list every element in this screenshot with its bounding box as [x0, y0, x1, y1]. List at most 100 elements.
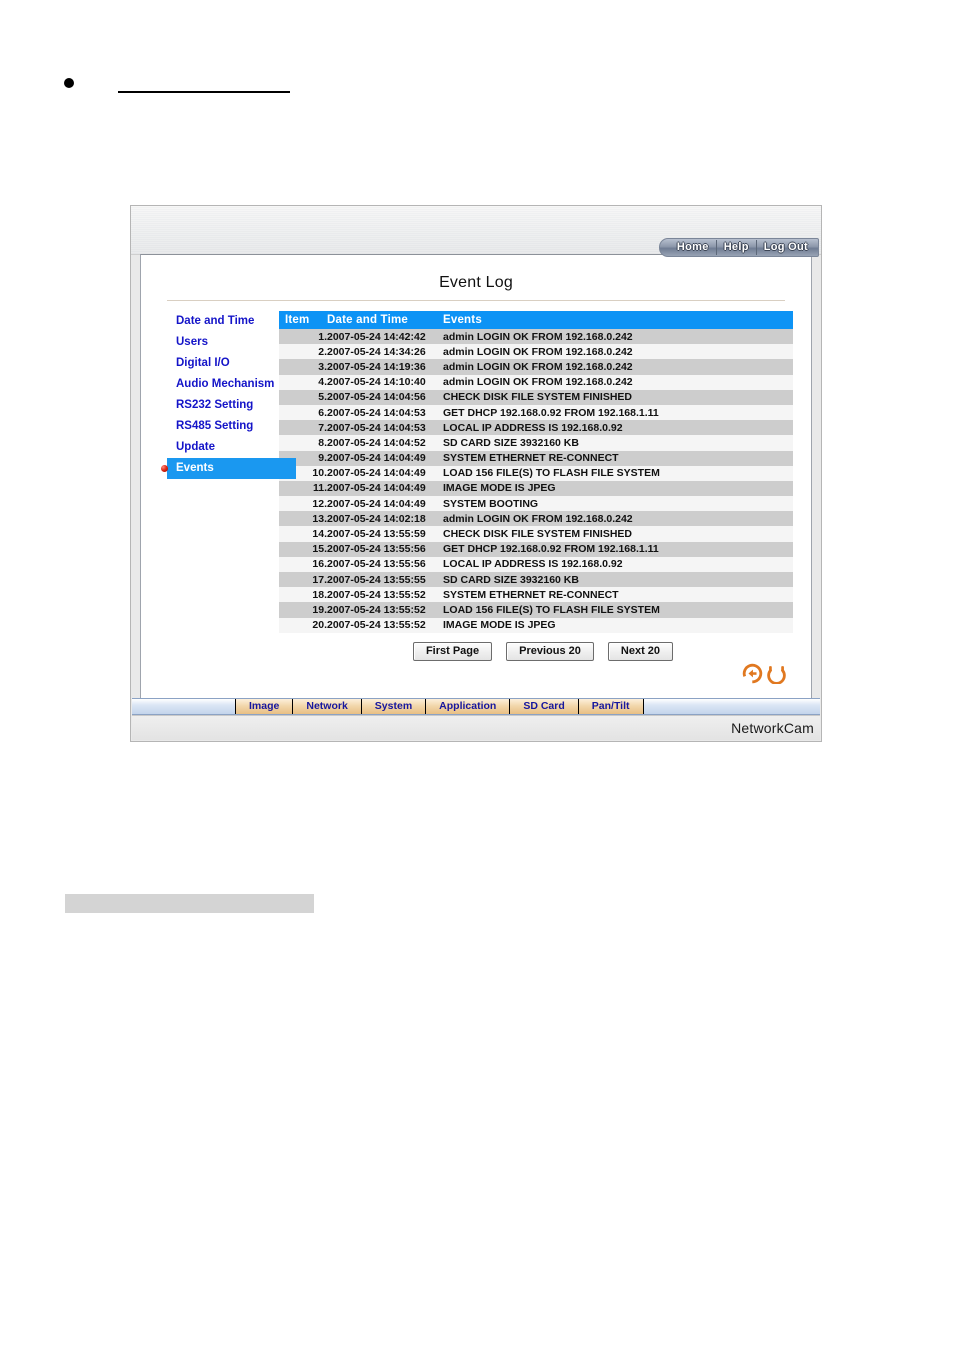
cell-datetime: 2007-05-24 13:55:52 [327, 619, 426, 632]
page-body: Date and Time Users Digital I/O Audio Me… [141, 301, 811, 661]
table-row: 2. 2007-05-24 14:34:26 admin LOGIN OK FROM… [279, 344, 793, 360]
table-row: 16. 2007-05-24 13:55:56 LOCAL IP ADDRESS I… [279, 556, 793, 572]
cell-datetime: 2007-05-24 13:55:52 [327, 603, 426, 616]
table-row: 8. 2007-05-24 14:04:52 SD CARD SIZE 393216… [279, 435, 793, 451]
table-row: 11. 2007-05-24 14:04:49 IMAGE MODE IS JPEG [279, 480, 793, 497]
tab-pan-tilt[interactable]: Pan/Tilt [577, 699, 644, 714]
document-bullet-icon [64, 78, 74, 88]
cell-datetime: 2007-05-24 14:04:49 [327, 497, 426, 510]
cell-event: IMAGE MODE IS JPEG [443, 619, 556, 632]
event-log-table: Item Date and Time Events 1. 2007-05-24 1… [279, 311, 793, 633]
redacted-gray-block [65, 894, 314, 913]
table-row: 3. 2007-05-24 14:19:36 admin LOGIN OK FROM… [279, 359, 793, 375]
sidebar-menu: Date and Time Users Digital I/O Audio Me… [141, 311, 296, 661]
cell-datetime: 2007-05-24 14:04:53 [327, 421, 426, 434]
cell-item: 15. [312, 543, 327, 556]
cell-event: CHECK DISK FILE SYSTEM FINISHED [443, 528, 633, 541]
active-marker-icon [161, 465, 168, 472]
sidebar-item-events[interactable]: Events [161, 458, 296, 479]
table-row: 1. 2007-05-24 14:42:42 admin LOGIN OK FROM… [279, 329, 793, 345]
tab-network[interactable]: Network [292, 699, 362, 714]
cell-item: 5. [318, 391, 327, 404]
sidebar-item-audio-mechanism[interactable]: Audio Mechanism [167, 374, 279, 395]
cell-event: admin LOGIN OK FROM 192.168.0.242 [443, 330, 633, 343]
table-row: 17. 2007-05-24 13:55:55 SD CARD SIZE 39321… [279, 572, 793, 588]
cell-item: 8. [318, 436, 327, 449]
cell-event: SYSTEM BOOTING [443, 497, 539, 510]
table-row: 10. 2007-05-24 14:04:49 LOAD 156 FILE(S) T… [279, 465, 793, 481]
sidebar-item-label: Audio Mechanism [176, 378, 275, 390]
tab-application[interactable]: Application [425, 699, 511, 714]
cell-event: admin LOGIN OK FROM 192.168.0.242 [443, 345, 633, 358]
cell-item: 11. [312, 482, 327, 495]
cell-event: GET DHCP 192.168.0.92 FROM 192.168.1.11 [443, 406, 659, 419]
cell-item: 4. [318, 376, 327, 389]
back-arrow-icon[interactable] [742, 663, 763, 688]
sidebar-item-users[interactable]: Users [167, 332, 279, 353]
nav-home-button[interactable]: Home [670, 239, 716, 256]
document-heading-rule [118, 91, 290, 93]
table-row: 12. 2007-05-24 14:04:49 SYSTEM BOOTING [279, 496, 793, 512]
nav-help-button[interactable]: Help [717, 239, 756, 256]
cell-event: IMAGE MODE IS JPEG [443, 482, 556, 495]
device-web-ui-window: Home Help Log Out Event Log Date and Tim… [130, 205, 822, 742]
cell-event: LOAD 156 FILE(S) TO FLASH FILE SYSTEM [443, 603, 660, 616]
table-row: 4. 2007-05-24 14:10:40 admin LOGIN OK FROM… [279, 374, 793, 390]
cell-datetime: 2007-05-24 14:04:49 [327, 482, 426, 495]
cell-item: 7. [318, 421, 327, 434]
previous-20-button[interactable]: Previous 20 [506, 641, 594, 661]
sidebar-item-label: Users [176, 336, 208, 348]
cell-datetime: 2007-05-24 14:34:26 [327, 345, 426, 358]
cell-datetime: 2007-05-24 14:04:53 [327, 406, 426, 419]
sidebar-item-label: RS485 Setting [176, 420, 254, 432]
cell-item: 19. [312, 603, 327, 616]
cell-datetime: 2007-05-24 14:02:18 [327, 512, 426, 525]
cell-datetime: 2007-05-24 13:55:56 [327, 543, 426, 556]
cell-event: SD CARD SIZE 3932160 KB [443, 573, 579, 586]
cell-event: LOCAL IP ADDRESS IS 192.168.0.92 [443, 558, 623, 571]
sidebar-item-digital-io[interactable]: Digital I/O [167, 353, 279, 374]
bottom-tab-bar: Image Network System Application SD Card… [132, 698, 820, 715]
column-header-item: Item [279, 311, 327, 329]
sidebar-item-label: Events [176, 462, 214, 474]
cell-event: GET DHCP 192.168.0.92 FROM 192.168.1.11 [443, 543, 659, 556]
column-header-datetime: Date and Time [327, 311, 443, 329]
event-log-table-wrapper: Item Date and Time Events 1. 2007-05-24 1… [279, 311, 811, 661]
sidebar-item-rs232-setting[interactable]: RS232 Setting [167, 395, 279, 416]
cell-datetime: 2007-05-24 13:55:55 [327, 573, 426, 586]
next-20-button[interactable]: Next 20 [607, 641, 674, 661]
cell-item: 17. [312, 573, 327, 586]
cell-datetime: 2007-05-24 14:42:42 [327, 330, 426, 343]
table-row: 5. 2007-05-24 14:04:56 CHECK DISK FILE SYS… [279, 389, 793, 405]
table-row: 15. 2007-05-24 13:55:56 GET DHCP 192.168.0… [279, 541, 793, 557]
sidebar-item-label: Date and Time [176, 315, 255, 327]
cell-event: LOCAL IP ADDRESS IS 192.168.0.92 [443, 421, 623, 434]
cell-event: SYSTEM ETHERNET RE-CONNECT [443, 588, 619, 601]
table-row: 6. 2007-05-24 14:04:53 GET DHCP 192.168.0.… [279, 404, 793, 421]
footer-bar: NetworkCam [132, 715, 820, 740]
sidebar-item-label: Digital I/O [176, 357, 230, 369]
table-body: 1. 2007-05-24 14:42:42 admin LOGIN OK FROM… [279, 329, 793, 633]
cell-datetime: 2007-05-24 14:04:52 [327, 436, 426, 449]
cell-item: 6. [318, 406, 327, 419]
cell-datetime: 2007-05-24 13:55:52 [327, 588, 426, 601]
nav-logout-button[interactable]: Log Out [757, 239, 815, 256]
table-row: 14. 2007-05-24 13:55:59 CHECK DISK FILE SY… [279, 526, 793, 542]
sidebar-item-date-and-time[interactable]: Date and Time [167, 311, 279, 332]
sidebar-item-rs485-setting[interactable]: RS485 Setting [167, 416, 279, 437]
sidebar-item-update[interactable]: Update [167, 437, 279, 458]
table-header-row: Item Date and Time Events [279, 311, 793, 329]
cell-event: LOAD 156 FILE(S) TO FLASH FILE SYSTEM [443, 467, 660, 480]
cell-item: 1. [318, 330, 327, 343]
tab-image[interactable]: Image [235, 699, 294, 714]
column-header-events: Events [443, 311, 793, 329]
refresh-icon[interactable] [766, 663, 787, 688]
tab-sd-card[interactable]: SD Card [509, 699, 579, 714]
cell-event: admin LOGIN OK FROM 192.168.0.242 [443, 512, 633, 525]
first-page-button[interactable]: First Page [412, 641, 493, 661]
pagination-controls: First Page Previous 20 Next 20 [279, 633, 793, 661]
cell-item: 20. [312, 619, 327, 632]
top-nav-bar: Home Help Log Out [658, 238, 819, 257]
tab-system[interactable]: System [360, 699, 427, 714]
cell-item: 18. [312, 588, 327, 601]
